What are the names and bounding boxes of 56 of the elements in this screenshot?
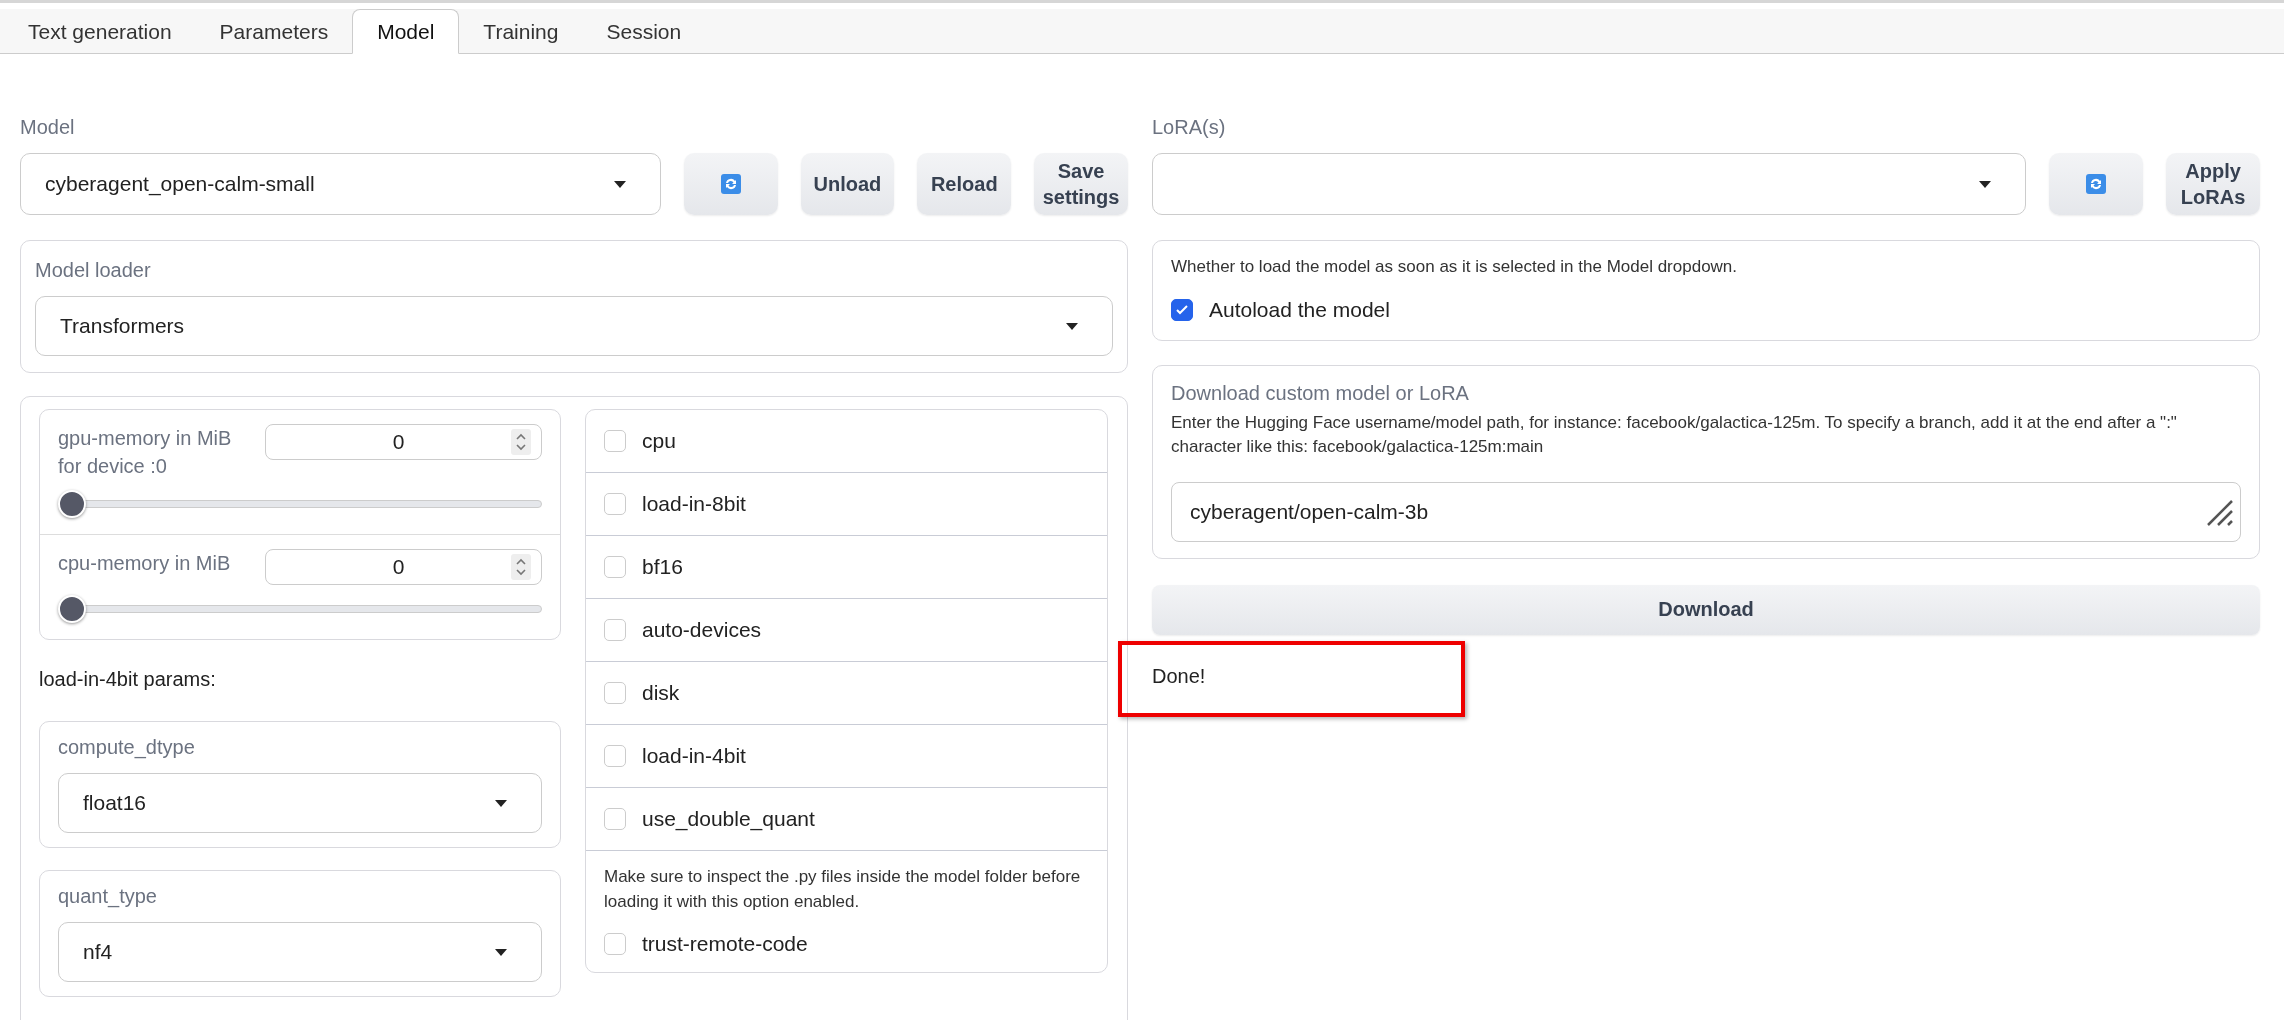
tab[interactable]: Parameters: [195, 9, 353, 54]
memory-label: gpu-memory in MiB for device :0: [58, 426, 233, 479]
checkbox-option[interactable]: cpu: [586, 410, 1107, 473]
slider-thumb[interactable]: [58, 490, 86, 518]
model-dropdown[interactable]: cyberagent_open-calm-small: [20, 153, 661, 215]
caret-icon: [495, 948, 507, 956]
download-button[interactable]: Download: [1152, 584, 2260, 635]
autoload-description: Whether to load the model as soon as it is selected in the Model dropdown.: [1171, 256, 1739, 278]
number-field[interactable]: 0: [265, 424, 542, 460]
checkbox[interactable]: [1171, 298, 1193, 321]
action-button[interactable]: Reload: [917, 153, 1012, 215]
download-title: Download custom model or LoRA: [1171, 381, 1470, 405]
caret-icon: [613, 180, 626, 188]
status-message: Done!: [1152, 664, 1206, 687]
select-label: quant_type: [58, 885, 158, 908]
checkbox-option[interactable]: load-in-4bit: [586, 725, 1107, 788]
slider-thumb[interactable]: [58, 595, 86, 623]
tab[interactable]: Text generation: [4, 9, 196, 54]
lora-dropdown[interactable]: [1152, 153, 2027, 215]
slider[interactable]: [58, 490, 542, 518]
memory-label: cpu-memory in MiB: [58, 551, 232, 576]
caret-icon: [495, 799, 507, 807]
select-dropdown[interactable]: float16: [58, 773, 542, 833]
tab[interactable]: Training: [459, 9, 583, 54]
refresh-button[interactable]: [2049, 153, 2144, 215]
tab[interactable]: Session: [582, 9, 706, 54]
checkbox-option[interactable]: disk: [586, 662, 1107, 725]
slider[interactable]: [58, 595, 542, 623]
model-path-field[interactable]: cyberagent/open-calm-3b: [1171, 481, 2241, 542]
refresh-button[interactable]: [683, 153, 778, 215]
checkbox-option[interactable]: trust-remote-code: [604, 932, 1089, 957]
action-button[interactable]: Save settings: [1034, 153, 1128, 215]
tab[interactable]: Model: [352, 9, 460, 54]
refresh-icon: [2086, 174, 2107, 194]
download-description: Enter the Hugging Face username/model path, for instance: facebook/galactica-125m. To specify a branch, add it at the end after a ":" character like this: facebook/galactica-125m:main: [1171, 411, 2178, 459]
model-label: Model: [20, 116, 76, 139]
lora-label: LoRA(s): [1152, 116, 1227, 139]
checkbox-option[interactable]: load-in-8bit: [586, 473, 1107, 536]
caret-icon: [1979, 180, 1992, 188]
loader-dropdown[interactable]: Transformers: [35, 296, 1113, 356]
checkbox-option[interactable]: Autoload the model: [1171, 297, 2241, 322]
action-button[interactable]: Unload: [800, 153, 895, 215]
checkbox-option[interactable]: auto-devices: [586, 599, 1107, 662]
select-label: compute_dtype: [58, 736, 196, 759]
loader-label: Model loader: [35, 259, 152, 282]
action-button[interactable]: Apply LoRAs: [2166, 153, 2260, 215]
checkbox-option[interactable]: use_double_quant: [586, 788, 1107, 851]
number-field[interactable]: 0: [265, 549, 542, 585]
refresh-icon: [720, 174, 741, 194]
select-dropdown[interactable]: nf4: [58, 922, 542, 982]
warning-note: Make sure to inspect the .py files inside the model folder before loading it with this option enabled.: [604, 866, 1082, 913]
caret-icon: [1066, 322, 1078, 330]
section-heading: load-in-4bit params:: [39, 668, 217, 691]
spinner-icon: [511, 429, 531, 455]
checkbox-option[interactable]: bf16: [586, 536, 1107, 599]
spinner-icon: [511, 554, 531, 580]
